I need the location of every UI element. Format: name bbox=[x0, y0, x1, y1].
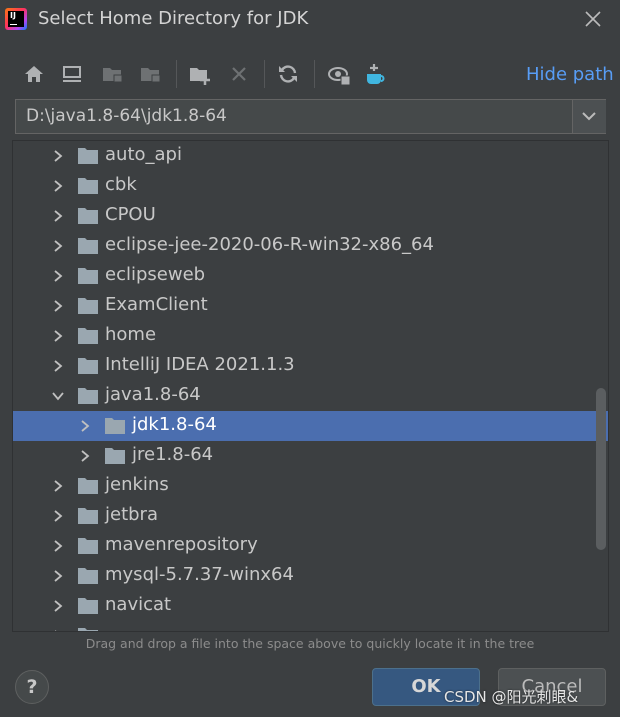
toolbar-separator bbox=[264, 60, 265, 88]
folder-icon bbox=[78, 358, 98, 374]
folder-icon bbox=[78, 298, 98, 314]
desktop-icon[interactable] bbox=[60, 62, 84, 86]
tree-scrollbar[interactable] bbox=[596, 388, 606, 550]
folder-icon bbox=[78, 238, 98, 254]
drag-drop-hint: Drag and drop a file into the space abov… bbox=[85, 636, 535, 651]
tree-item-label: jetbra bbox=[105, 504, 158, 525]
jdk-icon[interactable] bbox=[364, 62, 388, 86]
chevron-down-icon bbox=[582, 112, 596, 121]
folder-icon bbox=[78, 268, 98, 284]
tree-item[interactable]: jre1.8-64 bbox=[13, 441, 608, 471]
tree-item[interactable]: mavenrepository bbox=[13, 531, 608, 561]
chevron-right-icon[interactable] bbox=[78, 449, 92, 463]
tree-item[interactable]: ExamClient bbox=[13, 291, 608, 321]
tree-item-label: jdk1.8-64 bbox=[132, 414, 217, 435]
intellij-logo-icon: IJ bbox=[5, 8, 27, 30]
logo-text: IJ bbox=[10, 11, 16, 20]
chevron-right-icon[interactable] bbox=[51, 359, 65, 373]
tree-item[interactable]: IntelliJ IDEA 2021.1.3 bbox=[13, 351, 608, 381]
chevron-right-icon[interactable] bbox=[51, 629, 65, 632]
tree-item-label: auto_api bbox=[105, 144, 182, 165]
chevron-right-icon[interactable] bbox=[51, 209, 65, 223]
tree-item-label: eclipse-jee-2020-06-R-win32-x86_64 bbox=[105, 234, 434, 255]
path-input[interactable] bbox=[16, 100, 572, 133]
chevron-right-icon[interactable] bbox=[51, 539, 65, 553]
chevron-right-icon[interactable] bbox=[51, 509, 65, 523]
close-button[interactable] bbox=[580, 6, 606, 32]
tree-item-label: CPOU bbox=[105, 204, 156, 225]
tree-item-label: ExamClient bbox=[105, 294, 208, 315]
chevron-right-icon[interactable] bbox=[51, 329, 65, 343]
chevron-right-icon[interactable] bbox=[51, 239, 65, 253]
tree-item-label: jre1.8-64 bbox=[132, 444, 214, 465]
folder-icon bbox=[78, 208, 98, 224]
tree-item-label: IntelliJ IDEA 2021.1.3 bbox=[105, 354, 295, 375]
tree-item-label: cbk bbox=[105, 174, 137, 195]
tree-item-label: java1.8-64 bbox=[105, 384, 201, 405]
home-icon[interactable] bbox=[22, 62, 46, 86]
tree-item[interactable]: CPOU bbox=[13, 201, 608, 231]
tree-item[interactable]: auto_api bbox=[13, 141, 608, 171]
chevron-right-icon[interactable] bbox=[51, 299, 65, 313]
tree-item[interactable]: java1.8-64 bbox=[13, 381, 608, 411]
delete-icon[interactable] bbox=[227, 62, 251, 86]
tree-item-label: navicat bbox=[105, 594, 172, 615]
title-bar: IJ Select Home Directory for JDK bbox=[0, 0, 620, 40]
toolbar-separator bbox=[314, 60, 315, 88]
chevron-right-icon[interactable] bbox=[51, 599, 65, 613]
chevron-right-icon[interactable] bbox=[51, 179, 65, 193]
hide-path-link[interactable]: Hide path bbox=[526, 64, 614, 85]
tree-item[interactable]: cbk bbox=[13, 171, 608, 201]
folder-icon bbox=[78, 628, 98, 631]
folder-icon bbox=[78, 568, 98, 584]
toolbar: Hide path bbox=[0, 56, 620, 92]
path-dropdown-button[interactable] bbox=[572, 100, 606, 133]
tree-item[interactable]: jenkins bbox=[13, 471, 608, 501]
refresh-icon[interactable] bbox=[276, 62, 300, 86]
csdn-watermark: CSDN @阳光刺眼& bbox=[444, 688, 579, 706]
folder-icon bbox=[78, 598, 98, 614]
folder-icon bbox=[78, 538, 98, 554]
help-button[interactable]: ? bbox=[15, 670, 49, 704]
chevron-right-icon[interactable] bbox=[51, 479, 65, 493]
tree-item-label: mysql-5.7.37-winx64 bbox=[105, 564, 294, 585]
tree-item[interactable]: home bbox=[13, 321, 608, 351]
tree-item[interactable] bbox=[13, 621, 608, 632]
folder-icon bbox=[78, 508, 98, 524]
tree-item-label: mavenrepository bbox=[105, 534, 258, 555]
folder-icon bbox=[78, 478, 98, 494]
tree-item[interactable]: mysql-5.7.37-winx64 bbox=[13, 561, 608, 591]
show-hidden-icon[interactable] bbox=[327, 62, 351, 86]
chevron-right-icon[interactable] bbox=[51, 569, 65, 583]
close-icon bbox=[585, 11, 601, 27]
folder-icon bbox=[78, 178, 98, 194]
tree-item-label: home bbox=[105, 324, 157, 345]
tree-item[interactable]: navicat bbox=[13, 591, 608, 621]
folder-icon bbox=[105, 418, 125, 434]
chevron-down-icon[interactable] bbox=[51, 389, 65, 403]
folder-icon bbox=[105, 448, 125, 464]
tree-item[interactable]: jetbra bbox=[13, 501, 608, 531]
tree-item[interactable]: jdk1.8-64 bbox=[13, 411, 608, 441]
tree-item-label: jenkins bbox=[105, 474, 169, 495]
project-icon[interactable] bbox=[101, 62, 125, 86]
tree-item[interactable]: eclipseweb bbox=[13, 261, 608, 291]
folder-icon bbox=[78, 388, 98, 404]
module-icon[interactable] bbox=[139, 62, 163, 86]
directory-tree[interactable]: auto_apicbk CPOU eclipse-jee-2020-06-R-win… bbox=[12, 140, 609, 632]
new-folder-icon[interactable] bbox=[188, 62, 212, 86]
select-jdk-home-dialog: IJ Select Home Directory for JDK Hide pa… bbox=[0, 0, 620, 717]
folder-icon bbox=[78, 328, 98, 344]
tree-item[interactable]: eclipse-jee-2020-06-R-win32-x86_64 bbox=[13, 231, 608, 261]
toolbar-separator bbox=[176, 60, 177, 88]
path-combobox[interactable] bbox=[15, 99, 606, 134]
chevron-right-icon[interactable] bbox=[51, 269, 65, 283]
dialog-title: Select Home Directory for JDK bbox=[38, 8, 309, 29]
chevron-right-icon[interactable] bbox=[78, 419, 92, 433]
tree-item-label: eclipseweb bbox=[105, 264, 206, 285]
folder-icon bbox=[78, 148, 98, 164]
chevron-right-icon[interactable] bbox=[51, 149, 65, 163]
